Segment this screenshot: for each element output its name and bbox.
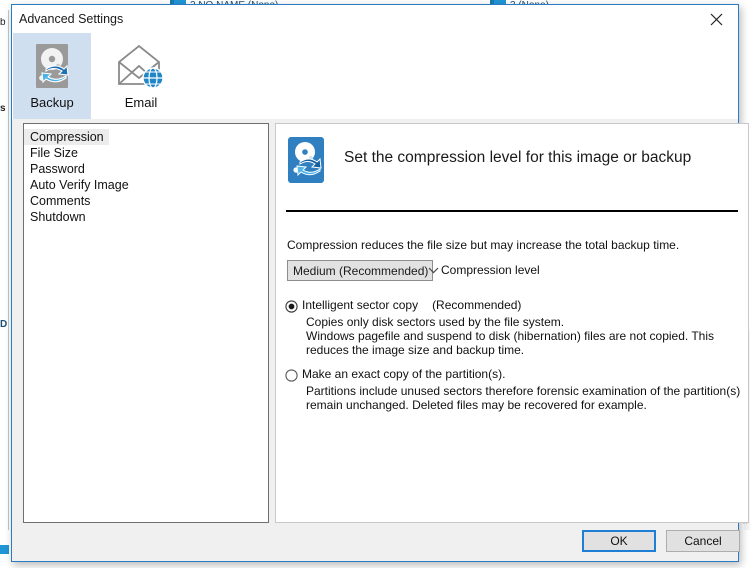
list-item-label[interactable]: Password <box>24 161 90 177</box>
list-item-label[interactable]: Comments <box>24 193 95 209</box>
close-icon[interactable] <box>694 5 738 33</box>
panel-intro-text: Compression reduces the file size but ma… <box>287 238 680 252</box>
copy-mode-exact-description: Partitions include unused sectors theref… <box>306 384 741 412</box>
list-item: Shutdown <box>24 208 268 224</box>
radio-unselected-icon[interactable] <box>285 369 298 382</box>
background-marker <box>0 545 9 554</box>
background-left-strip <box>0 10 11 568</box>
background-edge-label: s <box>0 104 6 114</box>
compression-settings-panel: Set the compression level for this image… <box>275 123 749 523</box>
panel-separator <box>286 210 738 212</box>
copy-mode-option-exact[interactable]: Make an exact copy of the partition(s). … <box>285 367 742 412</box>
compression-level-value: Medium (Recommended) <box>293 263 429 278</box>
backup-disk-icon <box>286 136 326 184</box>
tab-backup[interactable]: Backup <box>13 33 91 119</box>
list-item-label[interactable]: Shutdown <box>24 209 91 225</box>
background-divider <box>8 10 9 530</box>
list-item: Password <box>24 160 268 176</box>
tab-strip: Backup Email <box>12 33 738 119</box>
list-item-label[interactable]: File Size <box>24 145 83 161</box>
copy-mode-option-intelligent[interactable]: Intelligent sector copy (Recommended) Cop… <box>285 298 742 357</box>
cancel-button[interactable]: Cancel <box>666 530 740 552</box>
copy-mode-intelligent-description: Copies only disk sectors used by the fil… <box>306 315 715 357</box>
settings-list[interactable]: Compression File Size Password Auto Veri… <box>23 123 269 523</box>
tab-email[interactable]: Email <box>102 33 180 119</box>
tab-backup-label: Backup <box>30 95 74 110</box>
advanced-settings-dialog: Advanced Settings Backup Email Compressi… <box>11 4 749 562</box>
compression-level-select[interactable]: Medium (Recommended) <box>287 260 439 281</box>
compression-level-label: Compression level <box>441 263 540 277</box>
backup-disk-icon <box>24 41 80 93</box>
copy-mode-intelligent-label: Intelligent sector copy (Recommended) <box>302 298 522 312</box>
radio-selected-icon[interactable] <box>285 300 298 313</box>
list-item-label[interactable]: Auto Verify Image <box>24 177 134 193</box>
background-edge-label: D <box>0 320 8 330</box>
list-item: Auto Verify Image <box>24 176 268 192</box>
dialog-title: Advanced Settings <box>19 12 124 26</box>
tab-email-label: Email <box>124 95 158 110</box>
email-globe-icon <box>113 41 169 93</box>
ok-button[interactable]: OK <box>582 530 656 552</box>
chevron-down-icon <box>428 267 439 274</box>
panel-header: Set the compression level for this image… <box>276 124 748 210</box>
list-item: File Size <box>24 144 268 160</box>
list-item: Compression <box>24 128 268 145</box>
dialog-titlebar[interactable]: Advanced Settings <box>12 5 738 33</box>
list-item-label[interactable]: Compression <box>24 129 109 145</box>
copy-mode-exact-label: Make an exact copy of the partition(s). <box>302 367 506 381</box>
list-item: Comments <box>24 192 268 208</box>
background-edge-label: b <box>0 18 6 28</box>
panel-heading: Set the compression level for this image… <box>344 149 692 166</box>
